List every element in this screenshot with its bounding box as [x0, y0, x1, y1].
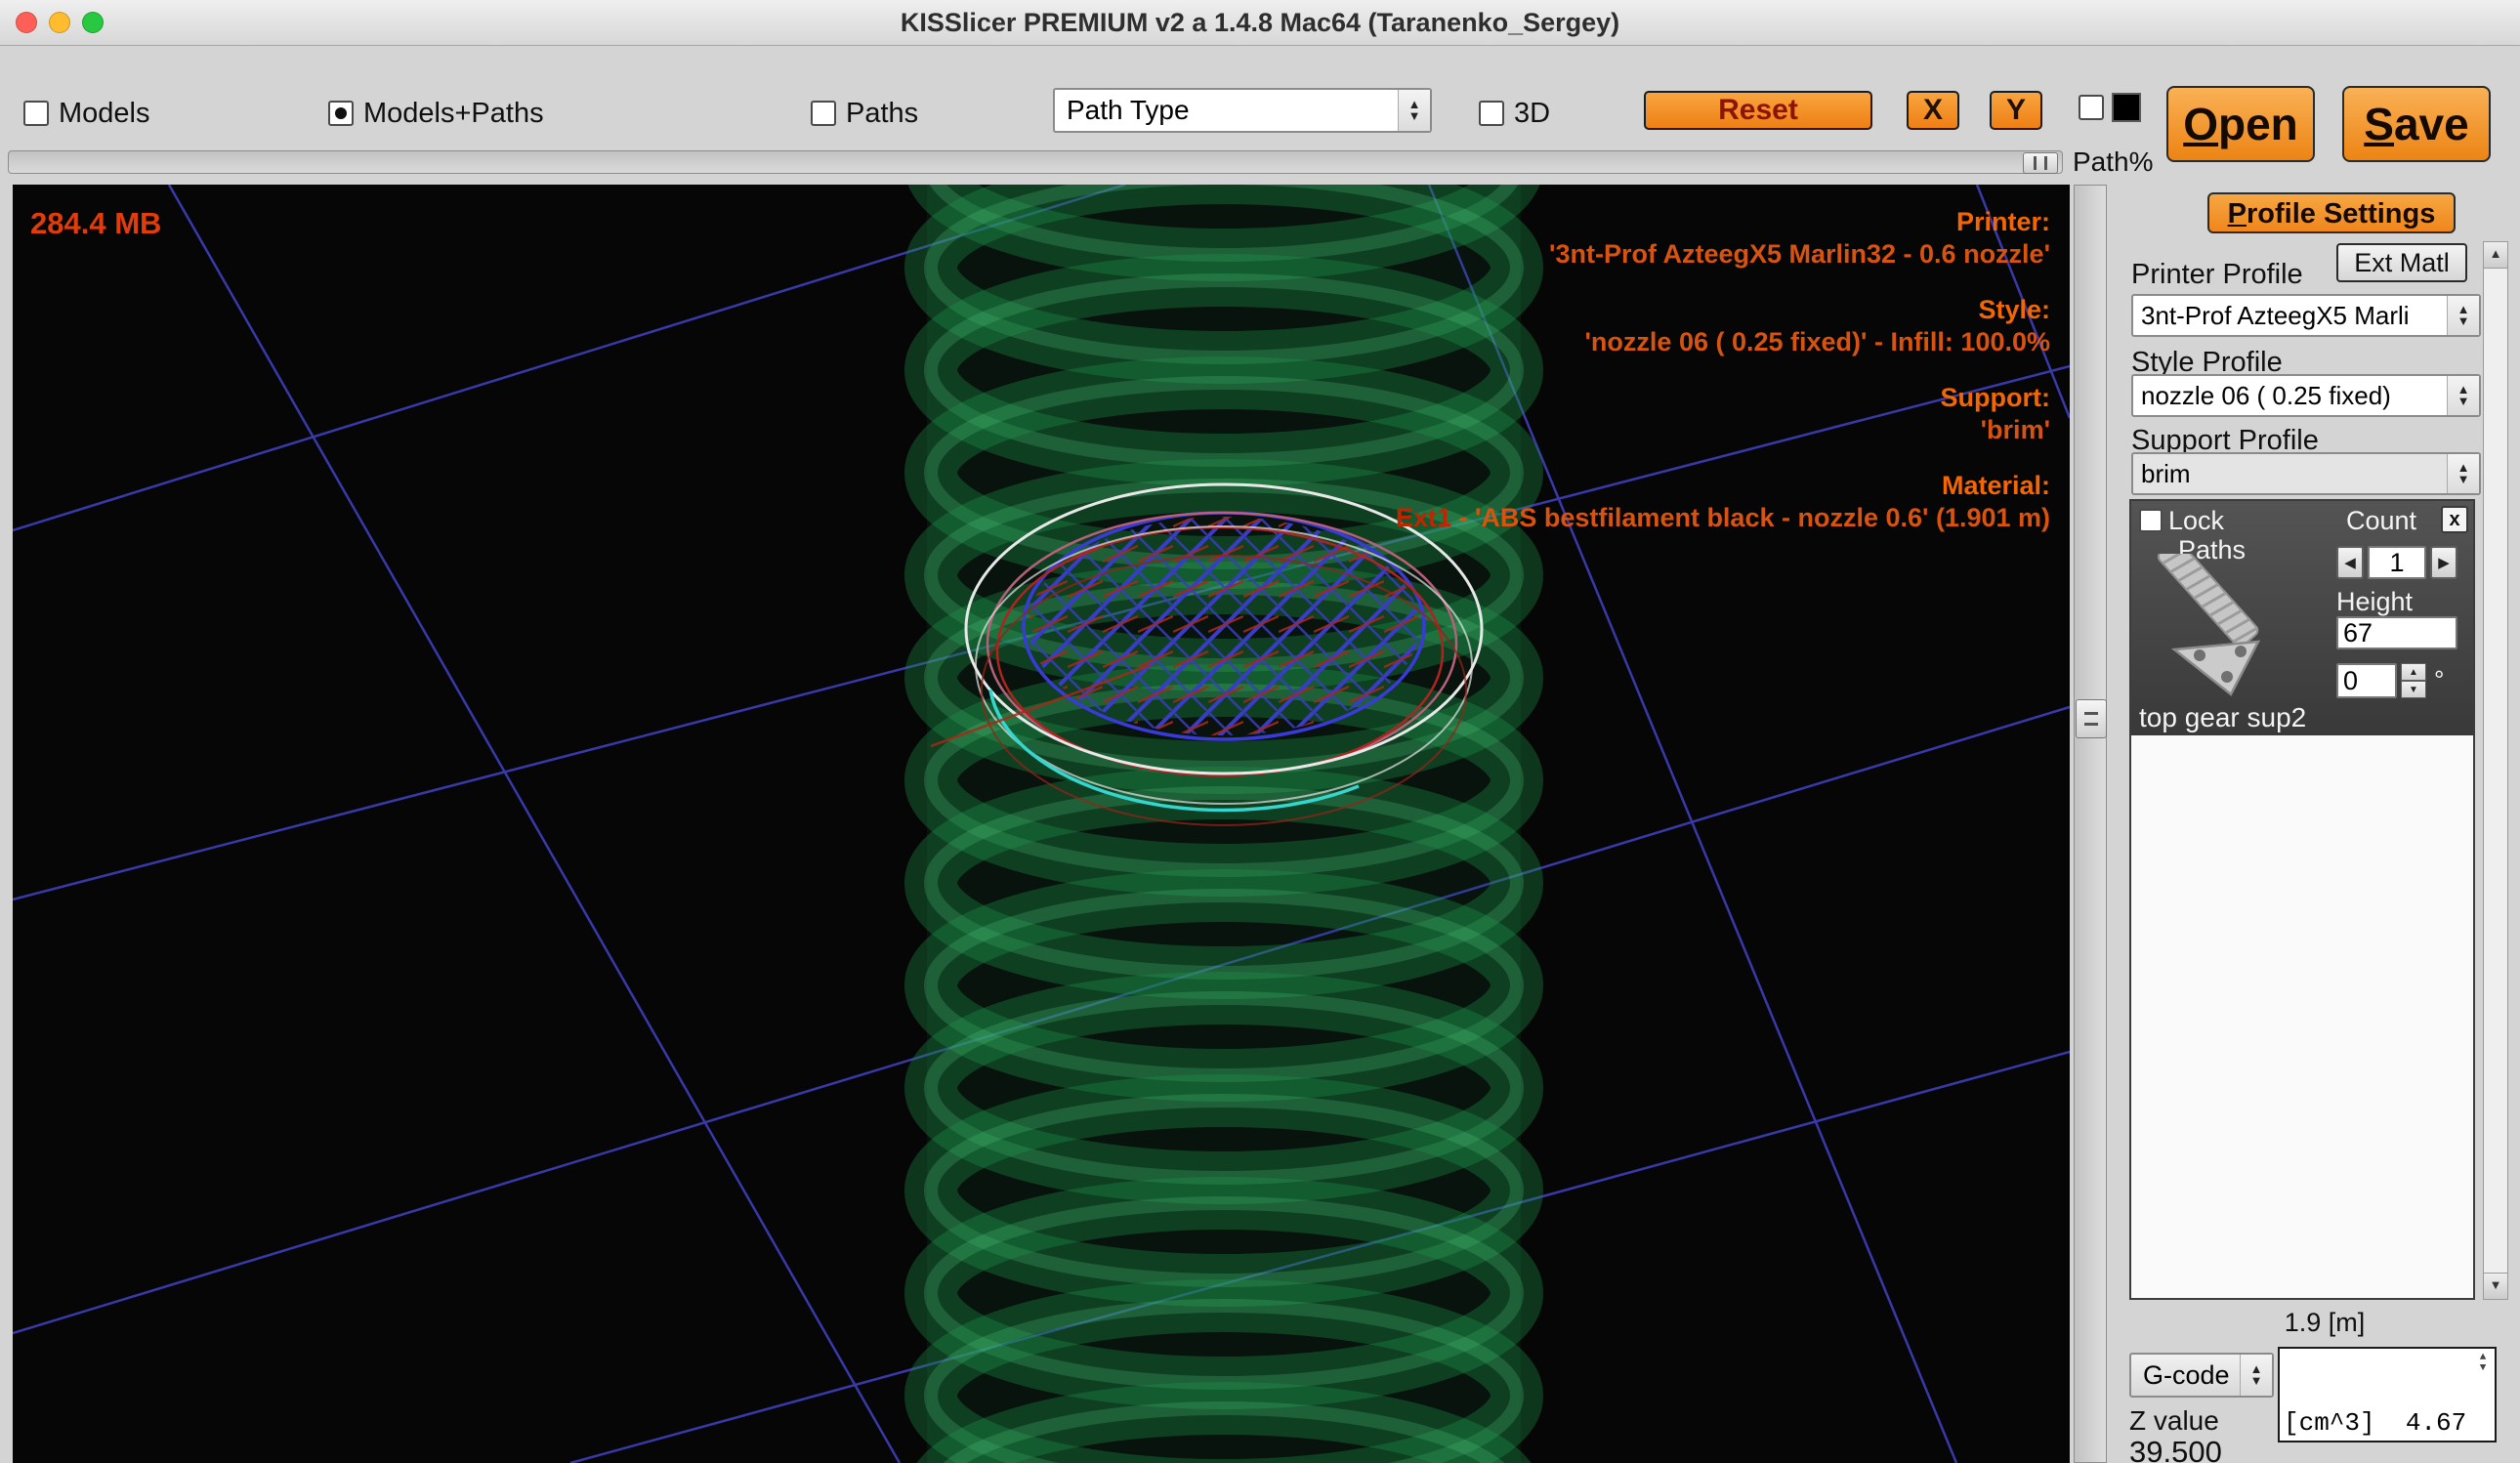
models-paths-checkbox-label: Models+Paths: [363, 98, 544, 130]
path-color-swatch[interactable]: [2112, 93, 2141, 122]
support-profile-select[interactable]: brim ▲▼: [2131, 452, 2481, 495]
stats-box: [cm^3] 4.67 [$] 62.09 [HH:MM] 1:08.7 ▲▼: [2278, 1347, 2497, 1442]
model-name: top gear sup2: [2139, 702, 2306, 733]
left-arrow-icon: ◀: [2344, 554, 2356, 571]
ext-matl-button[interactable]: Ext Matl: [2336, 243, 2467, 282]
rotation-stepper: ▲ ▼: [2401, 663, 2426, 698]
gcode-value: G-code: [2131, 1360, 2240, 1391]
height-label: Height: [2336, 587, 2413, 617]
path-pct-label: Path%: [2073, 146, 2154, 178]
hud-printer-label: Printer:: [1396, 206, 2050, 238]
viewport-3d[interactable]: 284.4 MB Printer: '3nt-Prof AzteegX5 Mar…: [13, 185, 2070, 1463]
app-window: KISSlicer PREMIUM v2 a 1.4.8 Mac64 (Tara…: [0, 0, 2520, 1463]
remove-model-button[interactable]: x: [2441, 506, 2468, 533]
scroll-up-button[interactable]: ▲: [2483, 241, 2508, 269]
path-position-slider-handle[interactable]: [2023, 152, 2058, 174]
panel-scrollbar[interactable]: ▲ ▼: [2483, 241, 2508, 1300]
dropdown-arrows-icon: ▲▼: [2447, 376, 2479, 415]
path-type-value: Path Type: [1055, 95, 1398, 126]
support-profile-value: brim: [2133, 459, 2447, 489]
dropdown-arrows-icon: ▲▼: [2447, 454, 2479, 493]
count-increment-button[interactable]: ▶: [2430, 546, 2457, 579]
count-decrement-button[interactable]: ◀: [2336, 546, 2364, 579]
hud-material-rest: - 'ABS bestfilament black - nozzle 0.6' …: [1451, 503, 2050, 532]
x-axis-button[interactable]: X: [1907, 91, 1959, 130]
close-window-button[interactable]: [16, 12, 37, 33]
hud-support-value: 'brim': [1396, 414, 2050, 446]
memory-indicator: 284.4 MB: [30, 206, 161, 241]
open-button[interactable]: Open: [2166, 86, 2315, 162]
style-profile-value: nozzle 06 ( 0.25 fixed): [2133, 381, 2447, 411]
filament-length: 1.9 [m]: [2217, 1308, 2432, 1338]
path-position-slider[interactable]: [8, 150, 2063, 174]
path-type-select[interactable]: Path Type ▲▼: [1053, 88, 1432, 133]
path-pct-checkbox[interactable]: [2079, 95, 2104, 120]
hud-printer-value: '3nt-Prof AzteegX5 Marlin32 - 0.6 nozzle…: [1396, 238, 2050, 271]
printer-profile-label: Printer Profile: [2131, 259, 2303, 291]
slider-grip-icon: [2084, 712, 2098, 726]
right-arrow-icon: ▶: [2438, 554, 2450, 571]
models-checkbox[interactable]: [23, 101, 49, 126]
hud-style-value: 'nozzle 06 ( 0.25 fixed)' - Infill: 100.…: [1396, 326, 2050, 358]
scroll-down-button[interactable]: ▼: [2483, 1273, 2508, 1300]
z-value-label: Z value: [2129, 1405, 2219, 1437]
window-title: KISSlicer PREMIUM v2 a 1.4.8 Mac64 (Tara…: [0, 0, 2520, 45]
rotation-input[interactable]: [2336, 663, 2397, 698]
stat-volume: [cm^3] 4.67: [2284, 1408, 2465, 1438]
3d-checkbox[interactable]: [1479, 101, 1504, 126]
stats-stepper[interactable]: ▲▼: [2473, 1353, 2493, 1374]
models-paths-checkbox[interactable]: [328, 101, 354, 126]
paths-checkbox[interactable]: [811, 101, 836, 126]
hud-info: Printer: '3nt-Prof AzteegX5 Marlin32 - 0…: [1396, 206, 2050, 534]
gcode-select[interactable]: G-code ▲▼: [2129, 1353, 2274, 1398]
zoom-window-button[interactable]: [82, 12, 104, 33]
hud-material-value: Ext1 - 'ABS bestfilament black - nozzle …: [1396, 502, 2050, 534]
model-thumbnail: [2145, 554, 2305, 702]
z-value: 39.500: [2129, 1435, 2222, 1463]
lock-paths-checkbox[interactable]: [2139, 509, 2163, 532]
settings-panel: Profile Settings Printer Profile Ext Mat…: [2110, 185, 2520, 1463]
layer-slider[interactable]: [2074, 185, 2107, 1463]
lock-label: Lock: [2168, 506, 2224, 536]
rotation-up-button[interactable]: ▲: [2401, 663, 2426, 681]
model-item[interactable]: Lock Paths Count x ◀ ▶ Height ▲ ▼ °: [2131, 501, 2473, 735]
save-button[interactable]: Save: [2342, 86, 2491, 162]
reset-button[interactable]: Reset: [1644, 91, 1872, 130]
count-label: Count: [2346, 506, 2416, 536]
profile-settings-button[interactable]: Profile Settings: [2207, 192, 2456, 233]
checked-dot-icon: [335, 107, 347, 119]
hud-style-label: Style:: [1396, 294, 2050, 326]
hud-material-label: Material:: [1396, 470, 2050, 502]
style-profile-select[interactable]: nozzle 06 ( 0.25 fixed) ▲▼: [2131, 374, 2481, 417]
layer-slider-handle[interactable]: [2076, 699, 2107, 738]
paths-checkbox-label: Paths: [846, 98, 918, 130]
dropdown-arrows-icon: ▲▼: [2447, 296, 2479, 335]
height-input[interactable]: [2336, 616, 2457, 649]
hud-material-ext: Ext1: [1396, 503, 1451, 532]
rotation-down-button[interactable]: ▼: [2401, 681, 2426, 698]
3d-checkbox-label: 3D: [1514, 98, 1550, 130]
titlebar: KISSlicer PREMIUM v2 a 1.4.8 Mac64 (Tara…: [0, 0, 2520, 46]
y-axis-button[interactable]: Y: [1990, 91, 2042, 130]
minimize-window-button[interactable]: [49, 12, 70, 33]
hud-support-label: Support:: [1396, 382, 2050, 414]
dropdown-arrows-icon: ▲▼: [1398, 90, 1430, 131]
count-input[interactable]: [2368, 546, 2426, 579]
slider-grip-icon: [2034, 156, 2047, 170]
models-checkbox-label: Models: [59, 98, 150, 130]
printer-profile-value: 3nt-Prof AzteegX5 Marli: [2133, 301, 2447, 331]
models-list: Lock Paths Count x ◀ ▶ Height ▲ ▼ °: [2129, 499, 2475, 1300]
printer-profile-select[interactable]: 3nt-Prof AzteegX5 Marli ▲▼: [2131, 294, 2481, 337]
degree-label: °: [2434, 665, 2444, 695]
dropdown-arrows-icon: ▲▼: [2240, 1355, 2272, 1396]
